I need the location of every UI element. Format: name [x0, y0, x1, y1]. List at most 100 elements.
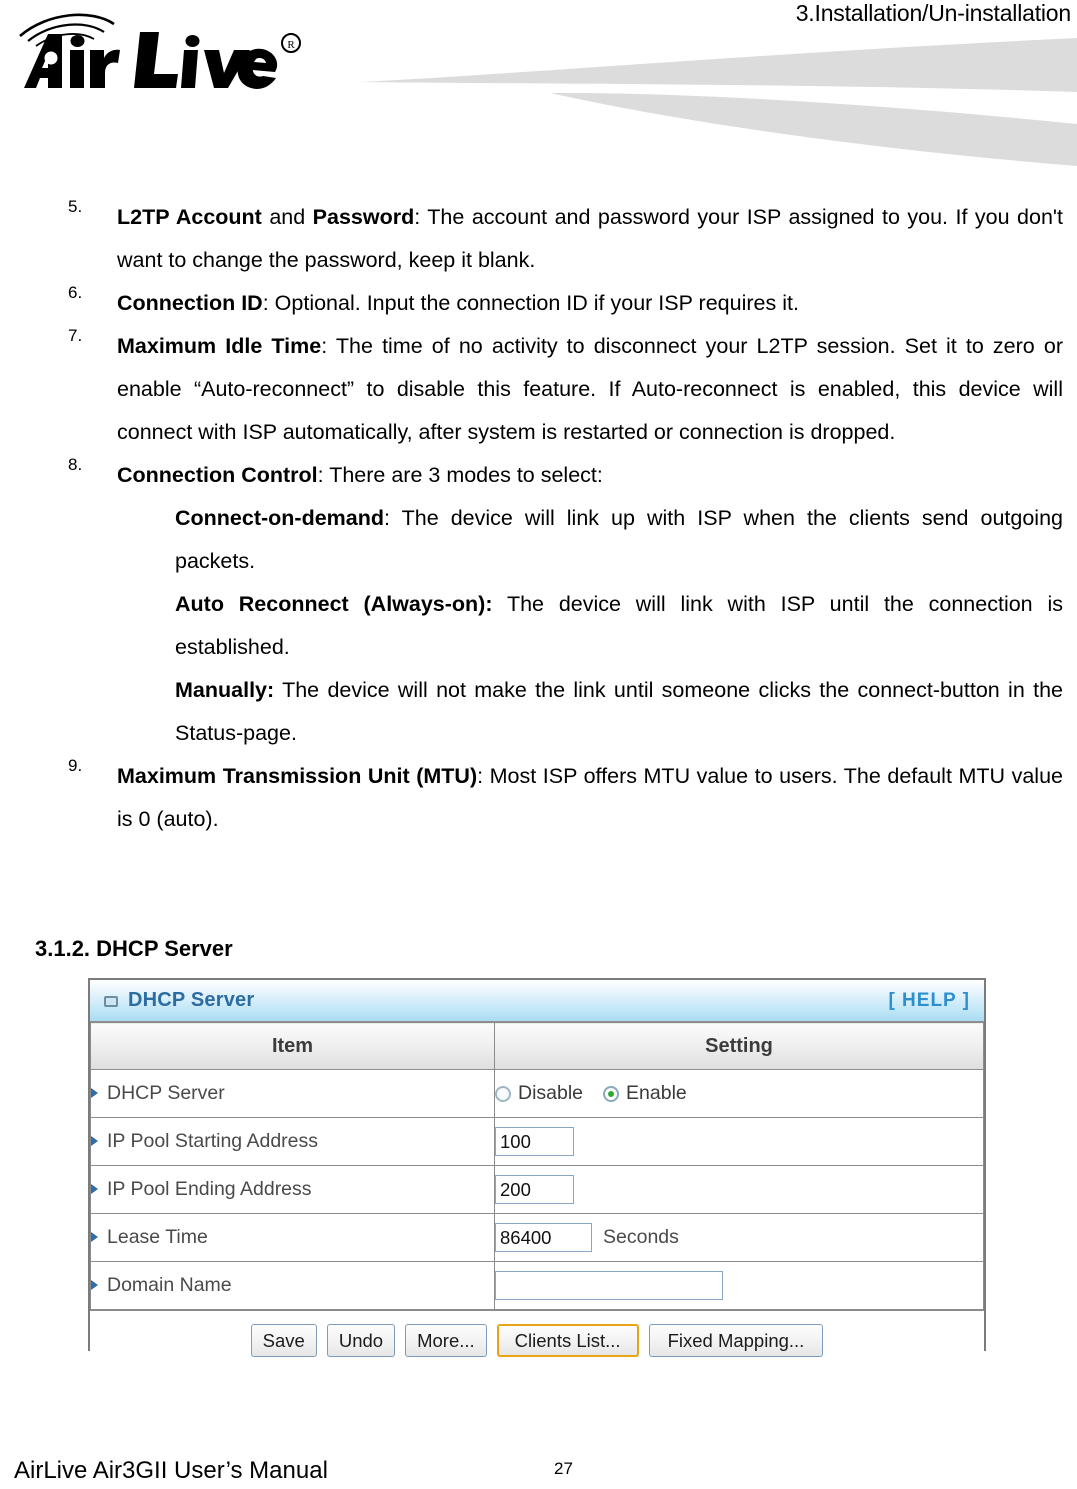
- step-number: 8.: [68, 455, 83, 474]
- row-setting-cell: 100: [494, 1117, 984, 1166]
- monitor-icon: [104, 996, 118, 1007]
- bullet-arrow-icon: [91, 1088, 98, 1098]
- panel-button-row: Save Undo More... Clients List... Fixed Mapp…: [90, 1310, 984, 1370]
- step-row: 6. Connection ID: Optional. Input the con…: [0, 282, 1077, 325]
- step-text: Connection Control: There are 3 modes to…: [117, 454, 1063, 497]
- step-text: L2TP Account and Password: The account a…: [117, 196, 1063, 282]
- numbered-step-list: 5. L2TP Account and Password: The account…: [0, 196, 1077, 841]
- step-row: Manually: The device will not make the l…: [0, 669, 1077, 755]
- step-text-bold: Connection ID: [117, 291, 263, 315]
- step-row: 7. Maximum Idle Time: The time of no acti…: [0, 325, 1077, 454]
- row-item-label: DHCP Server: [107, 1082, 225, 1104]
- row-item-cell: Domain Name: [90, 1261, 495, 1310]
- step-item: 5. L2TP Account and Password: The account…: [0, 196, 1077, 282]
- radio-label-disable[interactable]: Disable: [518, 1082, 583, 1105]
- step-item: 7. Maximum Idle Time: The time of no acti…: [0, 325, 1077, 454]
- radio-enable-selected[interactable]: [603, 1085, 620, 1102]
- table-row: IP Pool Ending Address 200: [90, 1165, 984, 1214]
- page-header: 3.Installation/Un-installation R: [0, 0, 1077, 166]
- step-row: 8. Connection Control: There are 3 modes …: [0, 454, 1077, 497]
- step-text-bold: Connect-on-demand: [175, 506, 385, 530]
- step-number: 5.: [68, 197, 83, 216]
- document-body: 5. L2TP Account and Password: The account…: [0, 196, 1077, 841]
- step-row: 5. L2TP Account and Password: The account…: [0, 196, 1077, 282]
- clients-list-button[interactable]: Clients List...: [496, 1324, 639, 1357]
- input-lease-time[interactable]: 86400: [495, 1223, 592, 1252]
- step-text: Auto Reconnect (Always-on): The device w…: [175, 583, 1063, 669]
- row-item-label: IP Pool Ending Address: [107, 1178, 312, 1200]
- dhcp-server-radio-group: Disable Enable: [495, 1082, 983, 1105]
- airlive-logo-icon: R: [19, 13, 301, 89]
- row-setting-cell: Disable Enable: [494, 1069, 984, 1118]
- step-text: Maximum Idle Time: The time of no activi…: [117, 325, 1063, 454]
- step-number: 9.: [68, 756, 83, 775]
- bullet-arrow-icon: [91, 1232, 98, 1242]
- row-item-cell: DHCP Server: [90, 1069, 495, 1118]
- airlive-logo: R: [14, 8, 314, 108]
- step-text-bold: Connection Control: [117, 463, 318, 487]
- registered-mark-icon: R: [281, 33, 301, 53]
- step-item: Connect-on-demand: The device will link …: [0, 497, 1077, 583]
- column-header-item: Item: [90, 1022, 495, 1070]
- row-item-label: Lease Time: [107, 1226, 208, 1248]
- row-item-label: Domain Name: [107, 1274, 232, 1296]
- step-text-plain: and: [261, 205, 313, 229]
- row-setting-cell: [494, 1261, 984, 1310]
- footer-manual-title: AirLive Air3GII User’s Manual: [14, 1457, 328, 1484]
- row-item-cell: Lease Time: [90, 1213, 495, 1262]
- table-header-row: Item Setting: [90, 1022, 984, 1070]
- more-button[interactable]: More...: [405, 1324, 487, 1357]
- step-row: 9. Maximum Transmission Unit (MTU): Most …: [0, 755, 1077, 841]
- input-ip-pool-ending-address[interactable]: 200: [495, 1175, 574, 1204]
- row-setting-cell: 86400 Seconds: [494, 1213, 984, 1262]
- step-text-bold: Maximum Idle Time: [117, 334, 322, 358]
- step-text-bold: L2TP Account: [117, 205, 262, 229]
- input-ip-pool-starting-address[interactable]: 100: [495, 1127, 574, 1156]
- panel-title-bar: DHCP Server [ HELP ]: [90, 980, 984, 1022]
- dhcp-server-panel: DHCP Server [ HELP ] Item Setting DHCP S…: [88, 978, 986, 1370]
- bullet-arrow-icon: [91, 1280, 98, 1290]
- step-item: 9. Maximum Transmission Unit (MTU): Most …: [0, 755, 1077, 841]
- svg-text:R: R: [287, 39, 295, 51]
- step-text: Manually: The device will not make the l…: [175, 669, 1063, 755]
- step-text-bold: Maximum Transmission Unit (MTU): [117, 764, 478, 788]
- row-item-label: IP Pool Starting Address: [107, 1130, 319, 1152]
- radio-disable[interactable]: [495, 1085, 511, 1102]
- step-text: Connect-on-demand: The device will link …: [175, 497, 1063, 583]
- bullet-arrow-icon: [91, 1184, 98, 1194]
- row-item-cell: IP Pool Starting Address: [90, 1117, 495, 1166]
- dhcp-settings-table: Item Setting DHCP Server Disable Enable IP …: [90, 1022, 984, 1310]
- radio-label-enable[interactable]: Enable: [626, 1082, 687, 1105]
- step-text-plain: : There are 3 modes to select:: [317, 463, 603, 487]
- step-text-bold: Manually:: [175, 678, 275, 702]
- table-row: IP Pool Starting Address 100: [90, 1117, 984, 1166]
- help-link[interactable]: [ HELP ]: [888, 990, 970, 1012]
- step-number: 6.: [68, 283, 83, 302]
- column-header-setting: Setting: [494, 1022, 984, 1070]
- table-row: Domain Name: [90, 1261, 984, 1310]
- step-item: 8. Connection Control: There are 3 modes …: [0, 454, 1077, 497]
- undo-button[interactable]: Undo: [326, 1324, 396, 1357]
- step-text-plain: The device will not make the link until …: [175, 678, 1063, 745]
- step-item: 6. Connection ID: Optional. Input the con…: [0, 282, 1077, 325]
- fixed-mapping-button[interactable]: Fixed Mapping...: [648, 1324, 824, 1357]
- row-setting-cell: 200: [494, 1165, 984, 1214]
- step-item: Auto Reconnect (Always-on): The device w…: [0, 583, 1077, 669]
- step-text-bold: Auto Reconnect (Always-on):: [175, 592, 493, 616]
- row-item-cell: IP Pool Ending Address: [90, 1165, 495, 1214]
- header-swoosh-graphic: [360, 38, 1077, 166]
- save-button[interactable]: Save: [250, 1324, 317, 1357]
- step-item: Manually: The device will not make the l…: [0, 669, 1077, 755]
- swoosh-icon: [360, 38, 1077, 166]
- footer-page-number: 27: [554, 1459, 573, 1478]
- bullet-arrow-icon: [91, 1136, 98, 1146]
- step-text-bold: Password: [312, 205, 415, 229]
- table-row: Lease Time 86400 Seconds: [90, 1213, 984, 1262]
- chapter-label: 3.Installation/Un-installation: [795, 0, 1071, 26]
- input-domain-name[interactable]: [495, 1271, 723, 1300]
- unit-label: Seconds: [603, 1226, 679, 1248]
- panel-title-label: DHCP Server: [128, 989, 255, 1011]
- step-number: 7.: [68, 326, 83, 345]
- step-row: Auto Reconnect (Always-on): The device w…: [0, 583, 1077, 669]
- step-text: Maximum Transmission Unit (MTU): Most IS…: [117, 755, 1063, 841]
